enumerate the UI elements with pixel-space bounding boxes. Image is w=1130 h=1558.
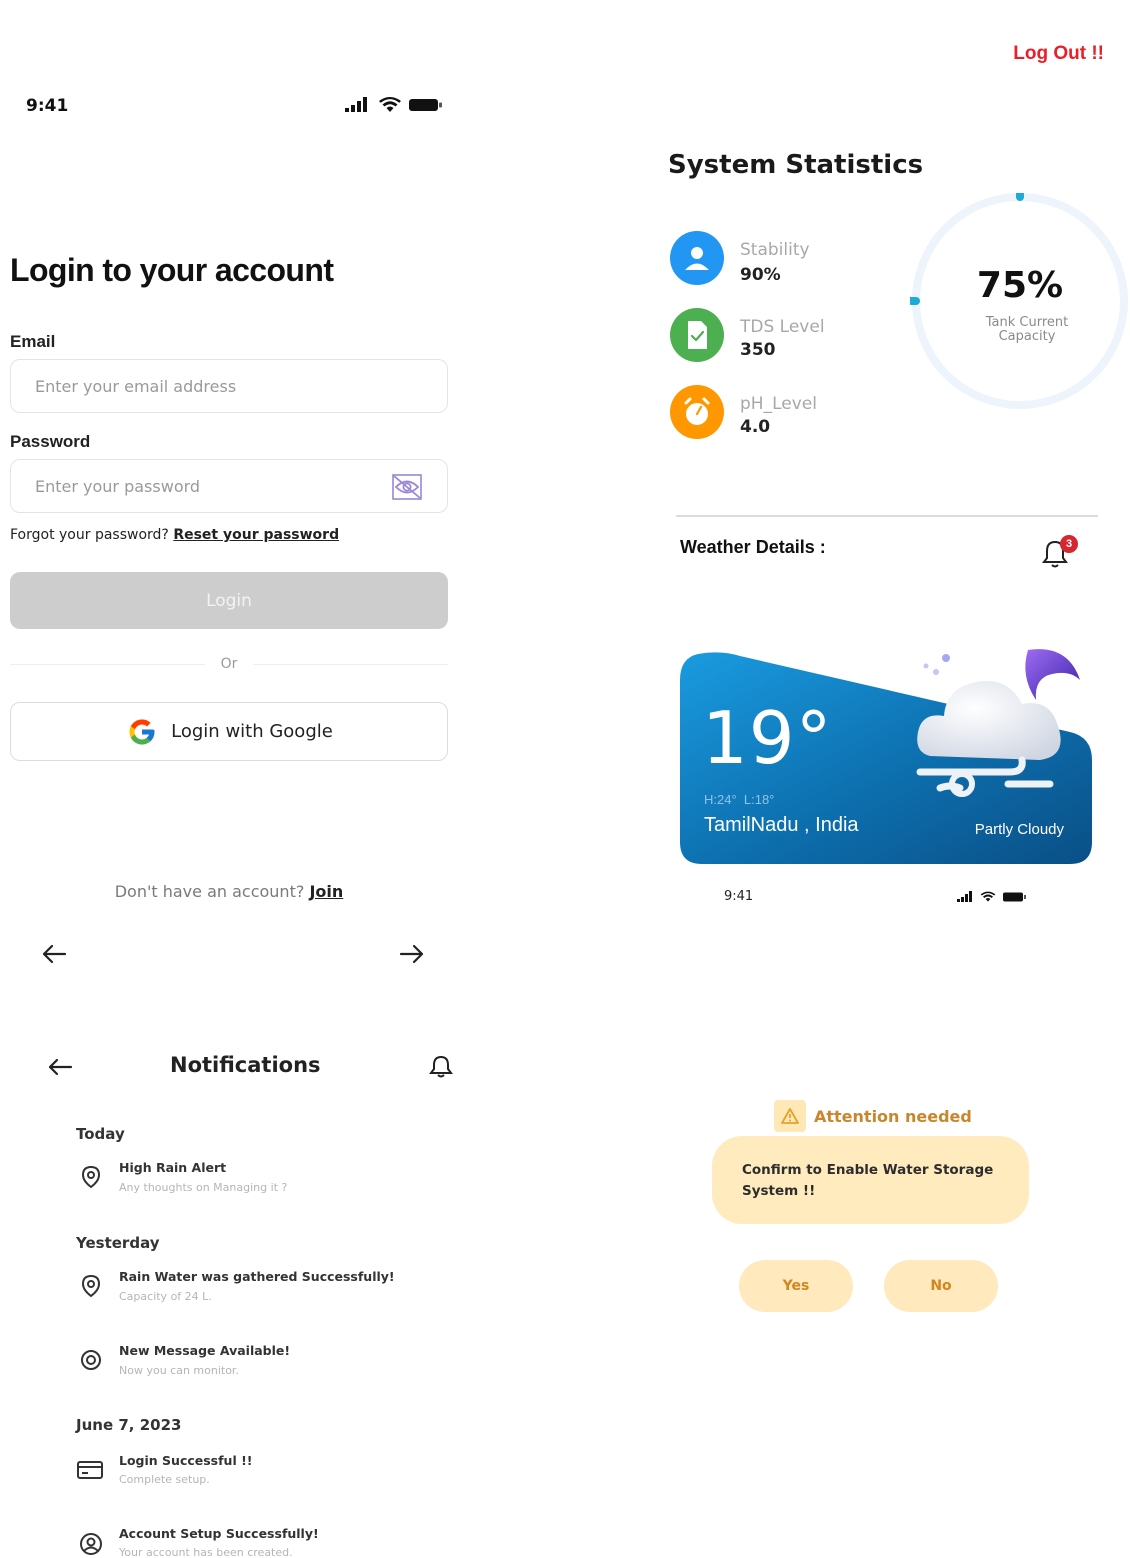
notification-item[interactable]: New Message Available! Now you can monit… xyxy=(76,1340,436,1380)
eye-off-icon[interactable] xyxy=(391,473,423,501)
google-login-button[interactable]: Login with Google xyxy=(10,702,448,761)
arrow-left-icon[interactable] xyxy=(40,942,68,966)
confirm-message-line-2: System !! xyxy=(742,1183,816,1199)
location-pin-icon xyxy=(81,1165,101,1189)
logout-link[interactable]: Log Out !! xyxy=(1013,43,1104,65)
section-divider xyxy=(676,515,1098,517)
notification-title: Login Successful !! xyxy=(119,1453,253,1468)
notification-item[interactable]: Rain Water was gathered Successfully! Ca… xyxy=(76,1267,436,1307)
notification-item[interactable]: High Rain Alert Any thoughts on Managing… xyxy=(76,1158,436,1198)
stats-title: System Statistics xyxy=(668,150,924,180)
reset-password-link[interactable]: Reset your password xyxy=(173,527,339,543)
forgot-text: Forgot your password? xyxy=(10,527,169,543)
weather-status-time: 9:41 xyxy=(724,889,754,904)
password-label: Password xyxy=(10,432,91,451)
notification-bell-button[interactable]: 3 xyxy=(1040,534,1080,570)
weather-high-low: H:24° L:18° xyxy=(704,792,775,807)
confirm-message-line-1: Confirm to Enable Water Storage xyxy=(742,1162,994,1178)
message-icon xyxy=(81,1350,101,1370)
warning-icon-box xyxy=(774,1100,806,1132)
attention-badge: Attention needed xyxy=(774,1100,972,1132)
stat-value-ph: 4.0 xyxy=(740,417,771,437)
notification-title: High Rain Alert xyxy=(119,1160,227,1175)
partly-cloudy-night-icon xyxy=(916,649,1080,797)
weather-location: TamilNadu , India xyxy=(704,814,859,836)
gauge-label: Tank Current Capacity xyxy=(985,315,1069,344)
ph-icon-circle xyxy=(670,385,724,439)
notification-group-june-7-2023: June 7, 2023 xyxy=(76,1416,182,1434)
notification-subtitle: Capacity of 24 L. xyxy=(119,1290,212,1303)
google-logo-icon xyxy=(129,719,155,744)
signal-icon xyxy=(957,891,972,902)
stat-value-tds: 350 xyxy=(740,340,776,360)
battery-icon xyxy=(409,99,442,111)
notification-title: New Message Available! xyxy=(119,1343,291,1358)
signup-row: Don't have an account? Join xyxy=(10,882,448,901)
user-icon xyxy=(685,247,709,270)
attention-badge-label: Attention needed xyxy=(814,1106,972,1126)
account-icon xyxy=(80,1533,102,1555)
yes-button[interactable]: Yes xyxy=(739,1260,853,1312)
notification-item[interactable]: Account Setup Successfully! Your account… xyxy=(76,1523,436,1558)
weather-title: Weather Details : xyxy=(680,537,826,557)
signal-icon xyxy=(345,97,367,112)
divider-right xyxy=(253,664,448,665)
gauge-value: 75% xyxy=(976,265,1064,306)
card-icon xyxy=(77,1461,103,1479)
password-field xyxy=(10,459,448,513)
google-button-label: Login with Google xyxy=(171,721,333,742)
stat-label-tds: TDS Level xyxy=(740,317,825,337)
login-title: Login to your account xyxy=(10,252,334,288)
battery-icon xyxy=(1003,892,1026,902)
notifications-back-icon[interactable] xyxy=(46,1056,74,1078)
weather-status-icons xyxy=(956,891,1028,903)
location-pin-icon xyxy=(81,1274,101,1298)
stability-icon-circle xyxy=(670,231,724,285)
or-text: Or xyxy=(220,656,238,672)
notification-subtitle: Your account has been created. xyxy=(119,1546,293,1558)
warning-icon xyxy=(781,1108,799,1124)
weather-temperature: 19° xyxy=(702,696,833,780)
arrow-right-icon[interactable] xyxy=(398,942,426,966)
tds-icon-circle xyxy=(670,308,724,362)
weather-card: 19° H:24° L:18° TamilNadu , India Partly… xyxy=(680,640,1092,866)
timer-icon xyxy=(684,397,710,425)
status-icons xyxy=(344,97,444,115)
wifi-icon xyxy=(980,891,996,902)
notification-subtitle: Complete setup. xyxy=(119,1473,210,1486)
notification-subtitle: Any thoughts on Managing it ? xyxy=(119,1181,288,1194)
document-check-icon xyxy=(688,321,707,349)
notifications-title: Notifications xyxy=(170,1053,321,1077)
weather-condition: Partly Cloudy xyxy=(974,821,1064,838)
no-button[interactable]: No xyxy=(884,1260,998,1312)
login-button[interactable]: Login xyxy=(10,572,448,629)
forgot-password-row: Forgot your password? Reset your passwor… xyxy=(10,527,339,543)
confirm-message-box: Confirm to Enable Water Storage System !… xyxy=(712,1136,1029,1224)
email-label: Email xyxy=(10,332,56,351)
stat-value-stability: 90% xyxy=(740,265,781,285)
stat-label-ph: pH_Level xyxy=(740,394,817,414)
notification-title: Rain Water was gathered Successfully! xyxy=(119,1269,395,1284)
password-input[interactable] xyxy=(11,460,447,512)
status-time: 9:41 xyxy=(26,96,69,116)
email-input[interactable] xyxy=(11,360,447,412)
notification-title: Account Setup Successfully! xyxy=(119,1526,319,1541)
tank-capacity-gauge: 75% Tank Current Capacity xyxy=(808,89,1130,411)
stat-label-stability: Stability xyxy=(740,240,810,260)
notification-group-yesterday: Yesterday xyxy=(76,1234,160,1252)
divider-left xyxy=(10,664,205,665)
no-account-text: Don't have an account? xyxy=(114,882,305,901)
join-link[interactable]: Join xyxy=(309,882,343,901)
notification-group-today: Today xyxy=(76,1125,125,1143)
notification-item[interactable]: Login Successful !! Complete setup. xyxy=(76,1450,436,1490)
notification-subtitle: Now you can monitor. xyxy=(119,1364,239,1377)
email-field xyxy=(10,359,448,413)
wifi-icon xyxy=(379,97,401,112)
notification-badge: 3 xyxy=(1060,535,1078,553)
notifications-bell-icon[interactable] xyxy=(428,1055,454,1079)
